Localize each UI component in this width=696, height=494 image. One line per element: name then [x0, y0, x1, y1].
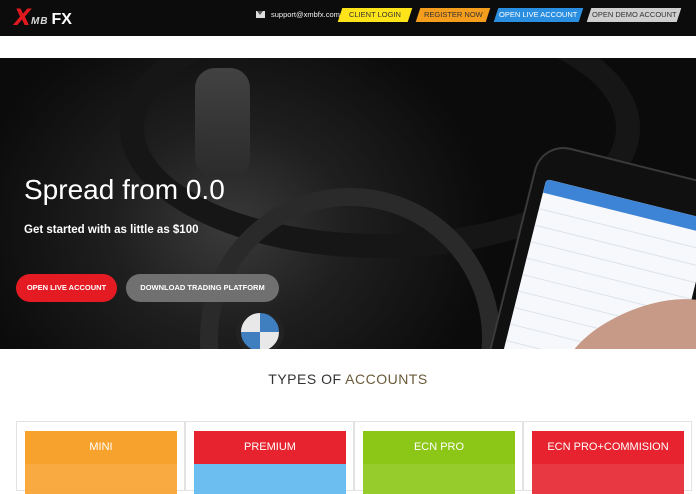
register-now-button[interactable]: REGISTER NOW	[415, 8, 491, 22]
logo-x-mark: X	[14, 5, 31, 31]
nav-item-trading[interactable]: Trading	[385, 42, 432, 52]
register-now-label: REGISTER NOW	[423, 10, 483, 19]
account-card[interactable]: ECN PRO+COMMISION	[523, 421, 692, 494]
logo-fx-text: FX	[51, 10, 72, 28]
account-cards: MINI PREMIUM ECN PRO ECN PRO+COMMISION	[16, 421, 696, 494]
account-card[interactable]: ECN PRO	[354, 421, 523, 494]
brand-logo[interactable]: X MB FX	[14, 5, 72, 31]
account-card-body	[363, 464, 515, 494]
account-card-title: PREMIUM	[194, 431, 346, 464]
account-card-title: ECN PRO	[363, 431, 515, 464]
open-live-account-top-label: OPEN LIVE ACCOUNT	[499, 10, 578, 19]
account-card[interactable]: MINI	[16, 421, 185, 494]
open-live-account-button[interactable]: OPEN LIVE ACCOUNT	[16, 274, 117, 302]
nav-item-about[interactable]: About	[344, 42, 385, 52]
open-demo-account-button[interactable]: OPEN DEMO ACCOUNT	[586, 8, 682, 22]
heading-part-1: TYPES OF	[268, 371, 342, 387]
heading-part-2: ACCOUNTS	[345, 371, 428, 387]
client-login-label: CLIENT LOGIN	[349, 10, 401, 19]
download-trading-platform-button[interactable]: DOWNLOAD TRADING PLATFORM	[126, 274, 279, 302]
support-email-text: support@xmbfx.com	[271, 10, 340, 19]
nav-item-contact-us[interactable]: Contact Us	[607, 42, 668, 52]
nav-item-education[interactable]: Education	[550, 42, 607, 52]
account-types-heading: TYPES OF ACCOUNTS	[0, 371, 696, 387]
support-email[interactable]: support@xmbfx.com	[256, 10, 340, 19]
account-card-body	[25, 464, 177, 494]
account-card-title: MINI	[25, 431, 177, 464]
account-card-body	[532, 464, 684, 494]
hero-banner: Spread from 0.0 Get started with as litt…	[0, 58, 696, 349]
client-login-button[interactable]: CLIENT LOGIN	[337, 8, 413, 22]
envelope-icon	[256, 11, 265, 18]
open-live-account-top-button[interactable]: OPEN LIVE ACCOUNT	[493, 8, 584, 22]
account-card-title: ECN PRO+COMMISION	[532, 431, 684, 464]
hero-subtitle: Get started with as little as $100	[24, 224, 199, 236]
main-nav: About Trading Platforms Partnership Educatio…	[344, 42, 668, 52]
logo-mb-text: MB	[30, 15, 49, 27]
account-card-body	[194, 464, 346, 494]
car-emblem-icon	[236, 308, 284, 349]
top-bar: X MB FX support@xmbfx.com CLIENT LOGIN R…	[0, 0, 696, 36]
gear-knob-shape	[195, 68, 250, 178]
open-demo-account-label: OPEN DEMO ACCOUNT	[591, 10, 677, 19]
hero-title: Spread from 0.0	[24, 174, 225, 205]
account-card[interactable]: PREMIUM	[185, 421, 354, 494]
nav-item-platforms[interactable]: Platforms	[432, 42, 487, 52]
nav-item-partnership[interactable]: Partnership	[487, 42, 550, 52]
